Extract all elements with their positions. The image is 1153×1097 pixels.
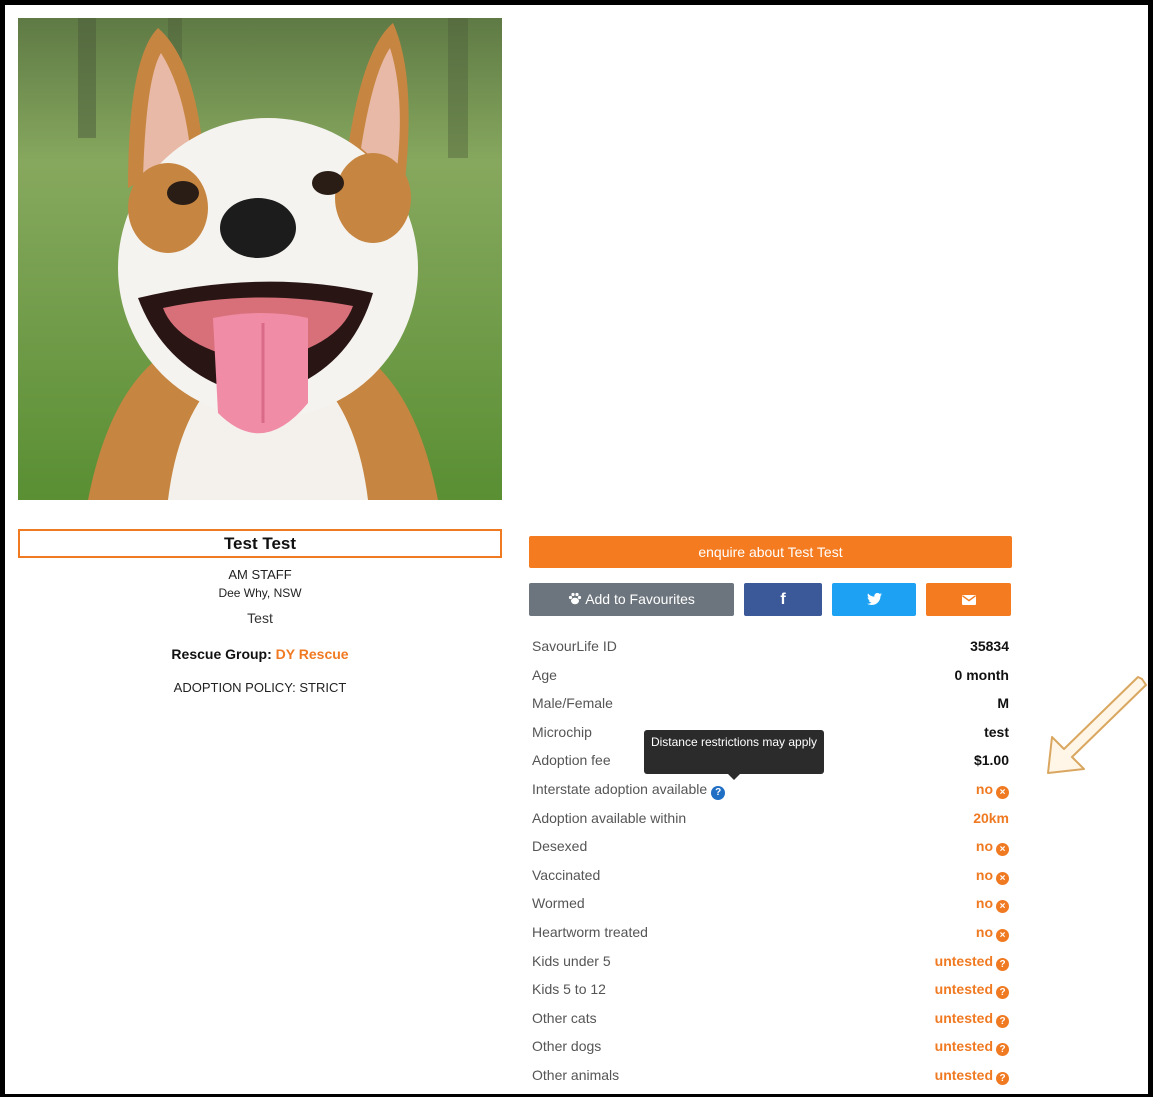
- detail-label: Microchip: [532, 723, 592, 740]
- detail-value: no ×: [976, 775, 1009, 803]
- x-circle-icon: ×: [996, 843, 1009, 857]
- detail-value-text: no: [975, 895, 993, 912]
- detail-value: M: [997, 695, 1009, 712]
- detail-label: SavourLife ID: [532, 638, 617, 654]
- detail-row-vaccinated: Vaccinated no ×: [532, 861, 1009, 890]
- detail-row-heartworm: Heartworm treated no ×: [532, 918, 1009, 947]
- add-to-favourites-label: Add to Favourites: [585, 591, 695, 607]
- detail-value: untested?: [935, 1061, 1009, 1089]
- annotation-arrow: [1042, 675, 1148, 782]
- detail-value: no ×: [976, 832, 1009, 860]
- rescue-group: Rescue Group: DY Rescue: [18, 646, 502, 662]
- detail-value: untested?: [935, 1032, 1009, 1060]
- detail-value: untested?: [935, 1004, 1009, 1032]
- facebook-share-button[interactable]: f: [744, 583, 822, 616]
- question-circle-icon[interactable]: ?: [996, 957, 1009, 971]
- add-to-favourites-button[interactable]: Add to Favourites: [529, 583, 734, 616]
- detail-label: Desexed: [532, 838, 588, 855]
- question-circle-icon[interactable]: ?: [996, 986, 1009, 1000]
- rescue-group-label: Rescue Group:: [171, 646, 272, 662]
- facebook-icon: f: [780, 591, 786, 608]
- detail-value-text: no: [975, 780, 993, 797]
- detail-row-distance: Adoption available within 20km: [532, 804, 1009, 833]
- detail-value: untested?: [935, 975, 1009, 1003]
- envelope-icon: [961, 591, 976, 607]
- enquire-button[interactable]: enquire about Test Test: [529, 536, 1012, 568]
- detail-label: Heartworm treated: [532, 923, 648, 940]
- pet-description: Test: [247, 610, 273, 626]
- detail-row-age: Age 0 month: [532, 661, 1009, 690]
- question-circle-icon[interactable]: ?: [996, 1071, 1009, 1085]
- pet-breed: AM STAFF: [228, 567, 292, 582]
- detail-value: 35834: [970, 638, 1009, 654]
- question-circle-icon[interactable]: ?: [996, 1014, 1009, 1028]
- detail-label: Other animals: [532, 1066, 620, 1083]
- rescue-group-link[interactable]: DY Rescue: [276, 646, 349, 662]
- x-circle-icon: ×: [996, 871, 1009, 885]
- paw-icon: [568, 591, 585, 607]
- detail-value-text: untested: [934, 1038, 993, 1055]
- detail-value: no ×: [976, 861, 1009, 889]
- question-circle-icon[interactable]: ?: [996, 1043, 1009, 1057]
- pet-name: Test Test: [18, 529, 502, 558]
- detail-value-text: untested: [934, 981, 993, 998]
- pet-photo: [18, 18, 502, 500]
- detail-row-other-animals: Other animals untested?: [532, 1061, 1009, 1090]
- detail-row-other-dogs: Other dogs untested?: [532, 1032, 1009, 1061]
- detail-row-kids-5-to-12: Kids 5 to 12 untested?: [532, 975, 1009, 1004]
- question-circle-icon[interactable]: ?: [711, 785, 726, 800]
- x-circle-icon: ×: [996, 928, 1009, 942]
- x-circle-icon: ×: [996, 785, 1009, 799]
- detail-value-text: untested: [934, 952, 993, 969]
- twitter-icon: [866, 591, 882, 607]
- detail-row-sex: Male/Female M: [532, 689, 1009, 718]
- detail-value: no ×: [976, 889, 1009, 917]
- distance-tooltip: Distance restrictions may apply: [644, 730, 824, 780]
- detail-label: Wormed: [532, 895, 585, 912]
- adoption-policy: ADOPTION POLICY: STRICT: [173, 680, 347, 695]
- detail-value: $1.00: [973, 752, 1009, 769]
- detail-value: no ×: [976, 918, 1009, 946]
- detail-value-text: no: [975, 866, 993, 883]
- detail-value-text: no: [975, 838, 993, 855]
- detail-label: Male/Female: [532, 695, 613, 712]
- detail-label: Other dogs: [532, 1038, 602, 1055]
- pet-details-list: SavourLife ID 35834 Age 0 month Male/Fem…: [532, 632, 1009, 1090]
- detail-label: Adoption fee: [532, 752, 611, 769]
- detail-label: Adoption available within: [532, 809, 687, 826]
- detail-row-interstate: Interstate adoption available? no ×: [532, 775, 1009, 804]
- twitter-share-button[interactable]: [832, 583, 916, 616]
- detail-value-text: untested: [934, 1066, 993, 1083]
- detail-label: Kids under 5: [532, 952, 611, 969]
- x-circle-icon: ×: [996, 900, 1009, 914]
- detail-value: 0 month: [954, 666, 1009, 683]
- detail-label: Kids 5 to 12: [532, 981, 606, 998]
- detail-value: test: [984, 723, 1009, 740]
- detail-value-text: untested: [934, 1009, 993, 1026]
- detail-row-wormed: Wormed no ×: [532, 889, 1009, 918]
- detail-row-other-cats: Other cats untested?: [532, 1004, 1009, 1033]
- detail-row-id: SavourLife ID 35834: [532, 632, 1009, 661]
- pet-location: Dee Why, NSW: [218, 586, 302, 600]
- detail-label: Other cats: [532, 1009, 597, 1026]
- detail-value: untested?: [935, 947, 1009, 975]
- detail-label: Vaccinated: [532, 866, 601, 883]
- detail-value-text: no: [975, 923, 993, 940]
- detail-label: Interstate adoption available?: [532, 775, 726, 803]
- detail-label: Age: [532, 666, 557, 683]
- detail-value: 20km: [973, 809, 1009, 826]
- email-share-button[interactable]: [926, 583, 1011, 616]
- detail-row-kids-under-5: Kids under 5 untested?: [532, 947, 1009, 976]
- detail-label-text: Interstate adoption available: [532, 780, 708, 797]
- detail-row-desexed: Desexed no ×: [532, 832, 1009, 861]
